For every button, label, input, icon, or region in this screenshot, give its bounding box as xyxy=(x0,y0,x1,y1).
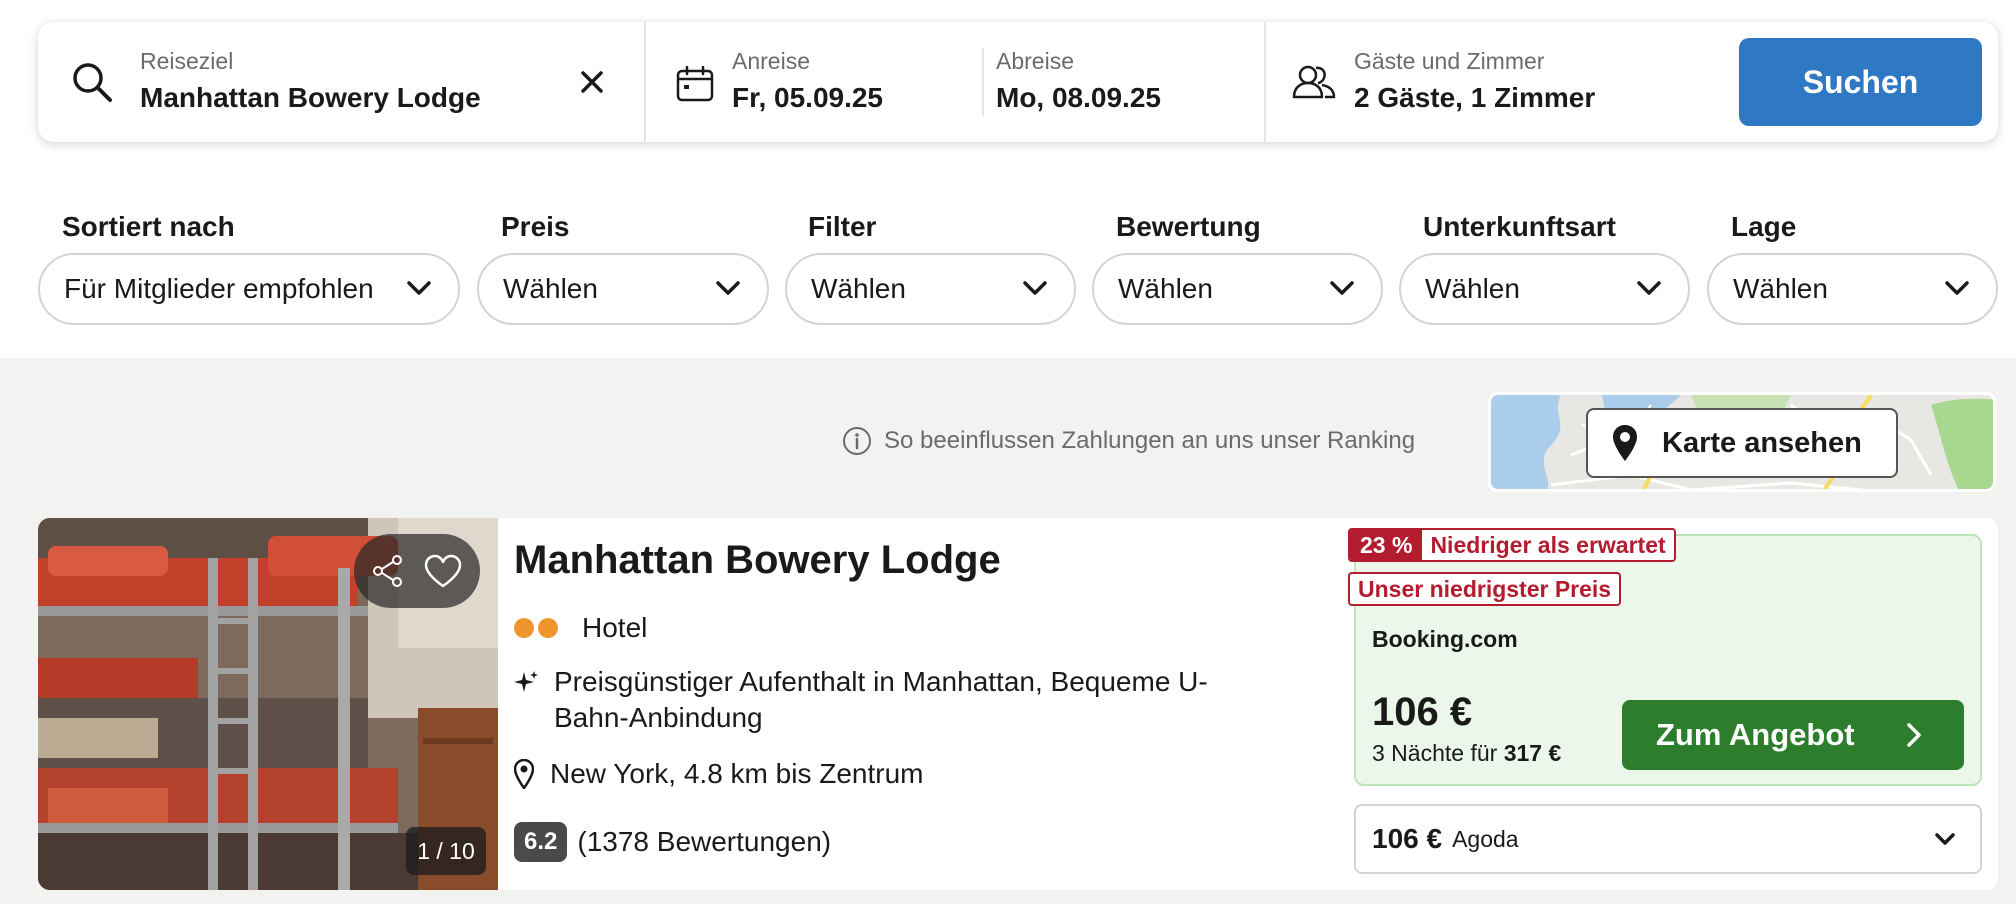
photo-counter: 1 / 10 xyxy=(406,827,486,875)
checkin-value: Fr, 05.09.25 xyxy=(732,82,884,113)
chevron-down-icon xyxy=(1637,281,1661,295)
filter-label-filter: Filter xyxy=(808,211,877,242)
offer-price: 106 € xyxy=(1372,690,1473,734)
filter-label-property-type: Unterkunftsart xyxy=(1423,211,1616,242)
destination-value: Manhattan Bowery Lodge xyxy=(140,82,481,113)
deal-percent: 23 % xyxy=(1350,530,1423,560)
search-bar: Reiseziel Manhattan Bowery Lodge Anreise… xyxy=(38,22,1998,142)
offer-total: 3 Nächte für 317 € xyxy=(1372,740,1561,767)
lowest-price-badge: Unser niedrigster Preis xyxy=(1348,572,1622,606)
guests-field[interactable]: Gäste und Zimmer 2 Gäste, 1 Zimmer xyxy=(1266,22,1706,142)
clear-icon[interactable] xyxy=(580,70,604,94)
sort-select[interactable]: Für Mitglieder empfohlen xyxy=(38,253,460,325)
deal-text: Niedriger als erwartet xyxy=(1422,530,1674,560)
search-button[interactable]: Suchen xyxy=(1739,38,1982,126)
nights-text: 3 Nächte für xyxy=(1372,740,1498,766)
rating-select-value: Wählen xyxy=(1118,273,1213,304)
hotel-rating[interactable]: 6.2 (1378 Bewertungen) xyxy=(514,822,831,862)
location-pin-icon xyxy=(514,759,534,789)
hotel-highlight: Preisgünstiger Aufenthalt in Manhattan, … xyxy=(514,664,1254,736)
chevron-down-icon xyxy=(1023,281,1047,295)
share-icon[interactable] xyxy=(372,554,404,588)
filter-select[interactable]: Wählen xyxy=(785,253,1076,325)
star-dot xyxy=(538,618,558,638)
property-type-select-value: Wählen xyxy=(1425,273,1520,304)
location-pin-icon xyxy=(1613,425,1637,461)
hotel-name[interactable]: Manhattan Bowery Lodge xyxy=(514,538,1001,583)
review-count: (1378 Bewertungen) xyxy=(577,826,832,857)
guests-icon xyxy=(1292,65,1336,99)
location-select[interactable]: Wählen xyxy=(1707,253,1998,325)
chevron-down-icon xyxy=(1935,833,1955,845)
rating-select[interactable]: Wählen xyxy=(1092,253,1383,325)
checkout-label: Abreise xyxy=(996,48,1074,74)
checkout-value: Mo, 08.09.25 xyxy=(996,82,1161,113)
price-select-value: Wählen xyxy=(503,273,598,304)
filter-label-sort: Sortiert nach xyxy=(62,211,235,242)
calendar-icon xyxy=(676,66,714,102)
hotel-highlight-text: Preisgünstiger Aufenthalt in Manhattan, … xyxy=(554,666,1208,733)
sort-select-value: Für Mitglieder empfohlen xyxy=(64,273,374,304)
alternative-offer[interactable]: 106 € Agoda xyxy=(1354,804,1982,874)
ranking-info-link[interactable]: So beeinflussen Zahlungen an uns unser R… xyxy=(842,426,1415,456)
total-price: 317 € xyxy=(1503,740,1562,766)
view-map-button[interactable]: Karte ansehen xyxy=(1586,408,1898,478)
heart-icon[interactable] xyxy=(424,554,462,588)
filter-label-rating: Bewertung xyxy=(1116,211,1261,242)
guests-value: 2 Gäste, 1 Zimmer xyxy=(1354,82,1596,113)
alt-offer-price: 106 € xyxy=(1372,823,1443,854)
price-select[interactable]: Wählen xyxy=(477,253,769,325)
hotel-location: New York, 4.8 km bis Zentrum xyxy=(514,758,923,790)
property-type-select[interactable]: Wählen xyxy=(1399,253,1690,325)
checkin-label: Anreise xyxy=(732,48,810,74)
star-dot xyxy=(514,618,534,638)
offer-provider: Booking.com xyxy=(1372,626,1518,652)
location-select-value: Wählen xyxy=(1733,273,1828,304)
view-deal-button[interactable]: Zum Angebot xyxy=(1622,700,1964,770)
search-icon xyxy=(73,63,112,102)
deal-badge: 23 % Niedriger als erwartet xyxy=(1348,528,1676,562)
filter-select-value: Wählen xyxy=(811,273,906,304)
photo-actions xyxy=(354,534,480,608)
hotel-type: Hotel xyxy=(514,612,647,644)
rating-score: 6.2 xyxy=(514,822,568,862)
guests-label: Gäste und Zimmer xyxy=(1354,48,1545,74)
chevron-down-icon xyxy=(1330,281,1354,295)
checkin-field[interactable]: Anreise Fr, 05.09.25 xyxy=(646,22,920,142)
info-icon xyxy=(843,427,871,455)
filter-label-location: Lage xyxy=(1731,211,1797,242)
ranking-note: So beeinflussen Zahlungen an uns unser R… xyxy=(884,427,1416,454)
chevron-down-icon xyxy=(407,281,431,295)
chevron-right-icon xyxy=(1907,723,1921,747)
alt-offer-provider: Agoda xyxy=(1452,825,1519,852)
destination-field[interactable]: Reiseziel Manhattan Bowery Lodge xyxy=(38,22,644,142)
filter-label-price: Preis xyxy=(501,211,570,242)
chevron-down-icon xyxy=(1945,281,1969,295)
view-map-label: Karte ansehen xyxy=(1662,426,1862,459)
checkout-field[interactable]: Abreise Mo, 08.09.25 xyxy=(984,22,1264,142)
chevron-down-icon xyxy=(716,281,740,295)
hotel-type-label: Hotel xyxy=(582,612,648,643)
sparkle-icon xyxy=(514,671,538,692)
destination-label: Reiseziel xyxy=(140,48,234,74)
hotel-location-text: New York, 4.8 km bis Zentrum xyxy=(550,758,924,789)
view-deal-label: Zum Angebot xyxy=(1656,717,1855,752)
